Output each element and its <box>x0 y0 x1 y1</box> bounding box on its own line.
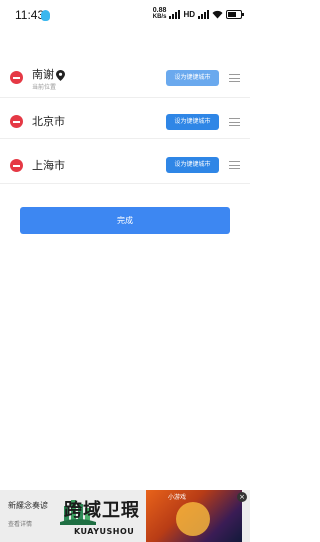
city-name: 北京市 <box>32 115 65 128</box>
location-pin-icon <box>56 66 65 85</box>
ad-image-caption: 小游戏 <box>168 494 187 501</box>
signal-icon-secondary <box>198 9 209 19</box>
remove-city-button[interactable] <box>10 71 23 84</box>
city-subtitle: 当前位置 <box>32 84 57 91</box>
drag-handle-icon[interactable] <box>229 74 240 82</box>
set-key-city-button[interactable]: 设为键键城市 <box>166 157 219 173</box>
wifi-icon <box>212 10 223 19</box>
ad-subtitle[interactable]: 查看详情 <box>8 519 32 528</box>
city-name: 上海市 <box>32 159 65 172</box>
hd-label: HD <box>183 9 195 19</box>
status-icons: 0.88 KB/s HD <box>152 7 244 20</box>
status-bar: 11:43 0.88 KB/s HD <box>0 0 250 30</box>
remove-city-button[interactable] <box>10 159 23 172</box>
remove-city-button[interactable] <box>10 115 23 128</box>
network-speed-unit: KB/s <box>152 14 167 20</box>
battery-icon <box>226 9 244 19</box>
city-name: 南谢 <box>32 68 54 81</box>
ad-title: 新縲念奏谚 <box>8 501 48 510</box>
status-time: 11:43 <box>15 8 45 22</box>
watermark-subtitle: KUAYUSHOU <box>74 527 135 536</box>
drag-handle-icon[interactable] <box>229 118 240 126</box>
set-key-city-button[interactable]: 设为键键城市 <box>166 114 219 130</box>
set-key-city-button[interactable]: 设为键键城市 <box>166 70 219 86</box>
ad-image[interactable]: 小游戏 <box>146 490 242 542</box>
done-button[interactable]: 完成 <box>20 207 230 234</box>
drag-handle-icon[interactable] <box>229 161 240 169</box>
notification-icon <box>41 10 50 21</box>
watermark: 跨域卫瑕 <box>64 500 140 521</box>
network-speed: 0.88 KB/s <box>152 7 167 20</box>
signal-icon <box>169 9 181 19</box>
close-icon[interactable]: × <box>237 492 247 502</box>
